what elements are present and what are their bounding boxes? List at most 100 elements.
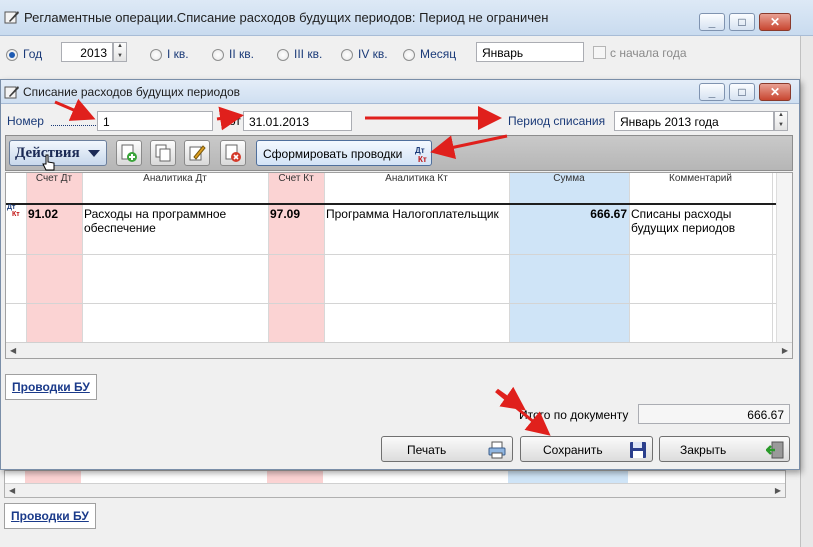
debit-credit-icon: Дт Кт	[415, 146, 427, 164]
row-kt-icon: Кт	[12, 211, 20, 218]
year-spinner[interactable]	[113, 42, 127, 62]
floppy-disk-icon	[630, 442, 646, 458]
header-debit-analytics[interactable]: Аналитика Дт	[82, 173, 268, 187]
credit-account-column	[268, 173, 324, 342]
cell-credit-account: 97.09	[270, 207, 301, 221]
row-separator	[6, 303, 776, 304]
cell-debit-account: 91.02	[28, 207, 59, 221]
edit-pencil-icon	[189, 145, 206, 161]
col-divider	[26, 173, 27, 342]
month-select[interactable]: Январь	[476, 42, 584, 62]
dialog-close-button[interactable]: ✕	[759, 83, 791, 101]
debit-account-column	[26, 173, 82, 342]
header-debit-account[interactable]: Счет Дт	[26, 173, 82, 187]
print-label: Печать	[407, 443, 447, 457]
number-dotline	[51, 125, 96, 126]
copy-row-button[interactable]	[150, 140, 176, 166]
radio-q4-label: IV кв.	[358, 47, 388, 61]
scroll-left-icon: ◀	[9, 486, 16, 495]
header-credit-analytics[interactable]: Аналитика Кт	[324, 173, 509, 187]
cell-comment-line2: будущих периодов	[631, 221, 736, 235]
row-dt-icon: Дт	[7, 204, 16, 211]
row-separator	[6, 254, 776, 255]
actions-menu-button[interactable]: Действия	[9, 140, 107, 166]
radio-q2-label: II кв.	[229, 47, 254, 61]
scroll-left-icon: ◀	[10, 346, 17, 355]
tab-provodki-bu[interactable]: Проводки БУ	[5, 374, 97, 400]
scroll-right-icon: ▶	[781, 346, 788, 355]
generate-entries-button[interactable]: Сформировать проводки Дт Кт	[256, 140, 432, 166]
amount-column	[509, 173, 629, 342]
main-window-title: Регламентные операции.Списание расходов …	[24, 10, 549, 25]
col-divider	[82, 173, 83, 342]
from-start-checkbox[interactable]	[593, 46, 606, 59]
header-comment[interactable]: Комментарий	[629, 173, 772, 187]
total-label: Итого по документу	[519, 408, 629, 422]
main-grid-remnant: ◀ ▶	[4, 470, 786, 498]
maximize-icon: □	[738, 15, 746, 29]
table-hscroll[interactable]: ◀ ▶	[6, 342, 792, 358]
write-off-dialog: Списание расходов будущих периодов _ □ ✕…	[0, 79, 800, 470]
number-input[interactable]: 1	[97, 111, 213, 131]
radio-q3-label: III кв.	[294, 47, 323, 61]
maximize-icon: □	[738, 85, 746, 99]
col-divider	[629, 173, 630, 342]
radio-q1[interactable]	[150, 49, 162, 61]
close-button[interactable]: Закрыть	[659, 436, 790, 462]
main-window-edge	[800, 36, 813, 547]
date-input[interactable]: 31.01.2013	[243, 111, 352, 131]
header-amount[interactable]: Сумма	[509, 173, 629, 187]
dialog-maximize-button[interactable]: □	[729, 83, 755, 101]
cell-credit-analytics: Программа Налогоплательщик	[326, 207, 499, 221]
header-credit-account[interactable]: Счет Кт	[268, 173, 324, 187]
minimize-icon: _	[708, 15, 716, 29]
period-label: Период списания	[508, 114, 606, 128]
cell-comment-line1: Списаны расходы	[631, 207, 732, 221]
delete-row-button[interactable]	[220, 140, 246, 166]
add-document-icon	[121, 144, 137, 162]
add-row-button[interactable]	[116, 140, 142, 166]
radio-q1-label: I кв.	[167, 47, 189, 61]
cell-debit-analytics-line2: обеспечение	[84, 221, 156, 235]
radio-month-label: Месяц	[420, 47, 457, 61]
close-icon: ✕	[769, 15, 781, 29]
year-input[interactable]: 2013	[61, 42, 113, 62]
col-divider	[509, 173, 510, 342]
dialog-minimize-button[interactable]: _	[699, 83, 725, 101]
save-label: Сохранить	[543, 443, 603, 457]
dialog-title: Списание расходов будущих периодов	[23, 85, 241, 99]
minimize-icon: _	[708, 85, 716, 99]
table-vscroll[interactable]	[776, 173, 792, 342]
main-tab-provodki-bu[interactable]: Проводки БУ	[4, 503, 96, 529]
number-label: Номер	[7, 114, 44, 128]
svg-text:Дт: Дт	[415, 146, 425, 155]
copy-icon	[155, 144, 171, 162]
date-label: от	[229, 114, 241, 128]
maximize-button[interactable]: □	[729, 13, 755, 31]
close-label: Закрыть	[680, 443, 727, 457]
radio-q4[interactable]	[341, 49, 353, 61]
radio-q3[interactable]	[277, 49, 289, 61]
radio-year[interactable]	[6, 49, 18, 61]
radio-q2[interactable]	[212, 49, 224, 61]
period-input[interactable]: Январь 2013 года	[614, 111, 774, 131]
entries-table: Счет Дт Аналитика Дт Счет Кт Аналитика К…	[5, 172, 793, 359]
main-grid-sum-col	[508, 471, 628, 483]
document-pen-icon	[4, 11, 19, 24]
main-grid-hscroll[interactable]: ◀ ▶	[5, 483, 785, 497]
generate-entries-label: Сформировать проводки	[263, 147, 403, 161]
scroll-right-icon: ▶	[774, 486, 781, 495]
minimize-button[interactable]: _	[699, 13, 725, 31]
printer-icon	[488, 441, 506, 459]
cell-amount: 666.67	[590, 207, 627, 221]
from-start-label: с начала года	[610, 46, 687, 60]
main-window-titlebar: Регламентные операции.Списание расходов …	[0, 0, 813, 36]
print-button[interactable]: Печать	[381, 436, 513, 462]
period-spinner[interactable]	[774, 111, 788, 131]
delete-document-icon	[225, 144, 241, 162]
close-window-button[interactable]: ✕	[759, 13, 791, 31]
radio-month[interactable]	[403, 49, 415, 61]
edit-row-button[interactable]	[184, 140, 210, 166]
header-separator	[6, 203, 776, 205]
save-button[interactable]: Сохранить	[520, 436, 653, 462]
